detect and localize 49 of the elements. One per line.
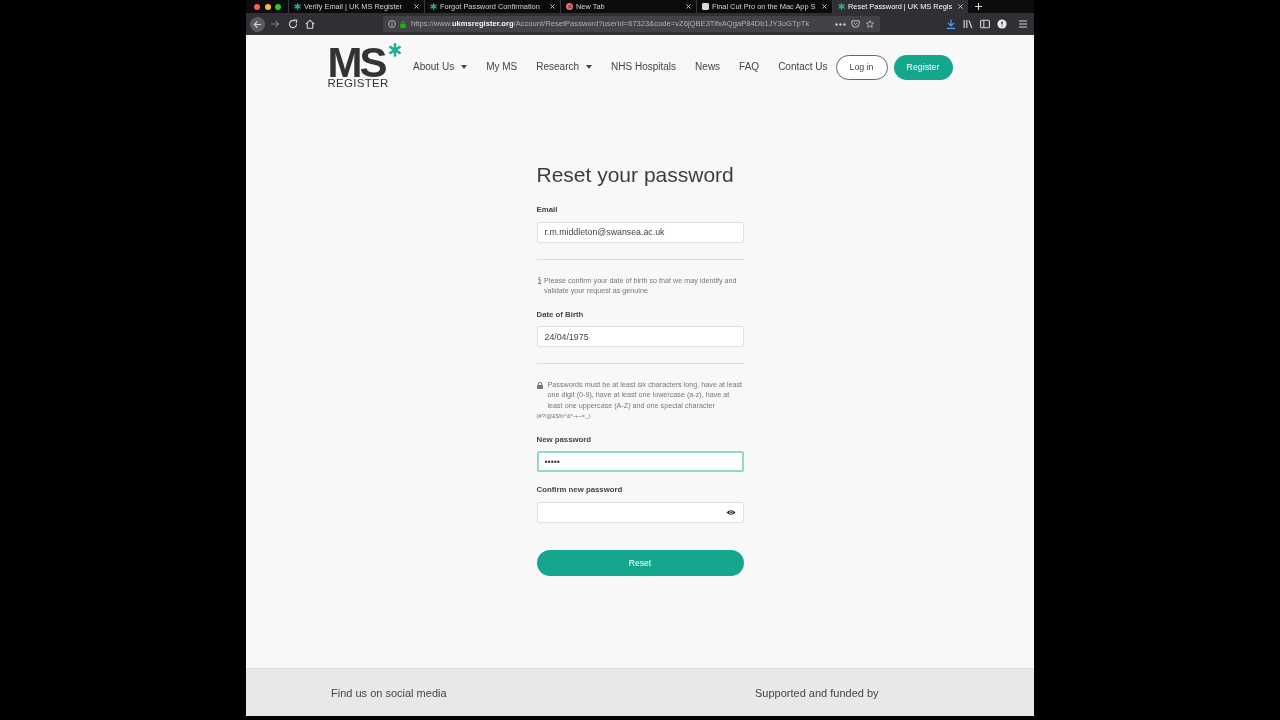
info-icon[interactable] — [997, 19, 1007, 29]
app-square-icon — [702, 3, 709, 10]
caret-icon[interactable] — [461, 65, 468, 69]
page-heading: Reset your password — [536, 162, 735, 188]
sidebar-icon[interactable] — [980, 19, 990, 29]
caret-icon[interactable] — [586, 65, 593, 69]
circle-logo-icon — [566, 3, 573, 10]
download-icon[interactable] — [946, 19, 956, 29]
password-field[interactable]: ••••• — [536, 451, 744, 473]
window-zoom-icon[interactable] — [275, 3, 281, 10]
star-icon[interactable] — [866, 20, 874, 28]
more-icon[interactable] — [835, 22, 846, 26]
asterisk-icon — [838, 3, 845, 10]
nav-link[interactable]: Contact Us — [778, 61, 828, 73]
password-field[interactable] — [536, 501, 744, 523]
close-icon[interactable] — [550, 4, 555, 9]
login-button[interactable]: Log in — [835, 54, 888, 80]
lock-icon — [400, 20, 406, 28]
back-icon[interactable] — [250, 16, 265, 32]
nav-link[interactable]: News — [695, 61, 721, 73]
footer-heading: Supported and funded by — [755, 686, 880, 699]
lock-icon — [536, 381, 543, 389]
input-field[interactable]: 24/04/1975 — [536, 326, 744, 347]
chevron-shield-icon[interactable] — [851, 20, 860, 28]
asterisk-icon — [294, 3, 301, 10]
eye-icon[interactable] — [725, 508, 736, 516]
home-icon[interactable] — [305, 19, 315, 29]
logo-subtitle[interactable]: REGISTER — [327, 77, 389, 89]
window-close-icon[interactable] — [254, 3, 260, 10]
nav-link[interactable]: FAQ — [739, 61, 760, 73]
footer-heading: Find us on social media — [331, 686, 448, 699]
nav-link[interactable]: About Us — [413, 61, 468, 73]
close-icon[interactable] — [686, 4, 691, 9]
asterisk-icon — [430, 3, 437, 10]
nav-link[interactable]: Research — [536, 61, 593, 73]
reload-icon[interactable] — [288, 19, 298, 29]
nav-link[interactable]: NHS Hospitals — [611, 61, 677, 73]
info-icon — [537, 277, 541, 284]
window-minimize-icon[interactable] — [264, 3, 271, 10]
input-field[interactable]: r.m.middleton@swansea.ac.uk — [536, 221, 744, 243]
close-icon[interactable] — [958, 4, 963, 9]
close-icon[interactable] — [822, 4, 827, 9]
asterisk-icon — [389, 43, 401, 57]
forward-icon[interactable] — [270, 19, 280, 29]
menu-icon[interactable] — [1018, 19, 1028, 29]
nav-link[interactable]: My MS — [486, 61, 518, 73]
new-tab-icon[interactable] — [975, 3, 982, 10]
close-icon[interactable] — [414, 4, 419, 9]
library-icon[interactable] — [963, 19, 973, 29]
